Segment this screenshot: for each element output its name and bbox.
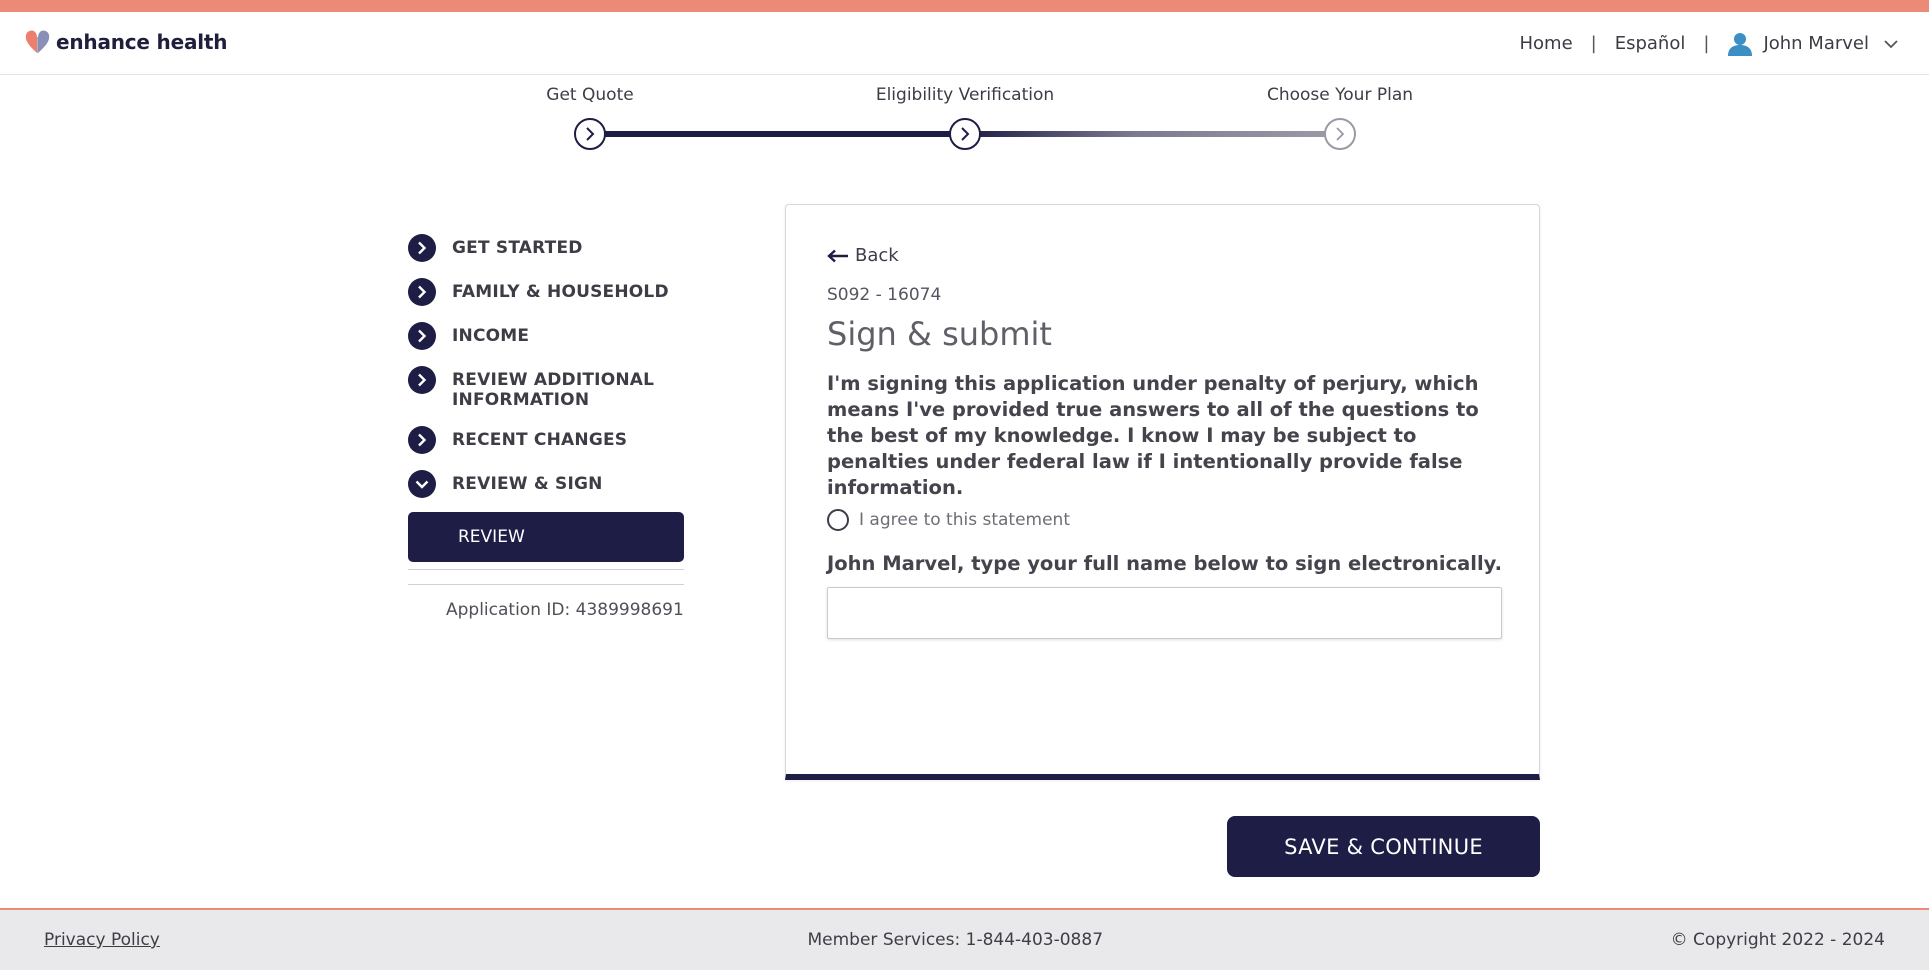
nav-home-link[interactable]: Home xyxy=(1519,33,1572,54)
top-accent-stripe xyxy=(0,0,1929,12)
sidebar-item-label: RECENT CHANGES xyxy=(452,430,628,450)
save-continue-button[interactable]: SAVE & CONTINUE xyxy=(1227,816,1540,877)
signature-input[interactable] xyxy=(827,587,1502,639)
page-title: Sign & submit xyxy=(827,315,1052,353)
brand-logo[interactable]: enhance health xyxy=(24,29,228,55)
arrow-left-icon xyxy=(827,249,848,262)
form-id: S092 - 16074 xyxy=(827,285,942,305)
step-label-get-quote: Get Quote xyxy=(546,85,634,105)
stepper-line-complete xyxy=(590,131,965,137)
step-circle-get-quote[interactable] xyxy=(574,118,606,150)
nav-separator: | xyxy=(1590,33,1597,54)
nav-language-link[interactable]: Español xyxy=(1615,33,1686,54)
chevron-right-icon xyxy=(586,127,595,141)
nav-separator: | xyxy=(1703,33,1710,54)
member-services: Member Services: 1-844-403-0887 xyxy=(807,930,1104,950)
signature-label: John Marvel, type your full name below t… xyxy=(827,552,1503,575)
header-nav: Home | Español | John Marvel xyxy=(1519,12,1899,75)
agree-label: I agree to this statement xyxy=(859,510,1070,530)
perjury-statement: I'm signing this application under penal… xyxy=(827,372,1479,499)
chevron-down-icon xyxy=(1884,39,1898,48)
stepper-line-upcoming xyxy=(965,131,1340,137)
step-circle-choose-plan xyxy=(1324,118,1356,150)
user-name: John Marvel xyxy=(1763,33,1869,54)
sidebar-item-get-started[interactable]: GET STARTED xyxy=(408,234,693,262)
privacy-policy-link[interactable]: Privacy Policy xyxy=(44,930,160,950)
section-sidebar: GET STARTED FAMILY & HOUSEHOLD INCOME RE… xyxy=(408,234,693,620)
sidebar-item-label: GET STARTED xyxy=(452,238,583,258)
user-icon xyxy=(1728,32,1753,56)
chevron-right-icon xyxy=(408,278,436,306)
sidebar-item-family-household[interactable]: FAMILY & HOUSEHOLD xyxy=(408,278,693,306)
sidebar-item-review-sign[interactable]: REVIEW & SIGN xyxy=(408,470,693,498)
agree-radio[interactable] xyxy=(827,509,849,531)
sidebar-item-label: FAMILY & HOUSEHOLD xyxy=(452,282,669,302)
chevron-right-icon xyxy=(961,127,970,141)
sidebar-item-income[interactable]: INCOME xyxy=(408,322,693,350)
progress-stepper: Get Quote Eligibility Verification Choos… xyxy=(500,75,1440,165)
sidebar-divider xyxy=(408,569,684,570)
step-label-eligibility: Eligibility Verification xyxy=(875,85,1055,105)
sidebar-divider xyxy=(408,584,684,585)
chevron-right-icon xyxy=(1336,127,1345,141)
brand-name: enhance health xyxy=(56,30,228,54)
step-label-choose-plan: Choose Your Plan xyxy=(1266,85,1414,105)
sidebar-subitem-review[interactable]: REVIEW xyxy=(408,512,684,562)
heart-logo-icon xyxy=(25,30,50,53)
back-label: Back xyxy=(855,245,899,266)
chevron-right-icon xyxy=(408,426,436,454)
sidebar-item-recent-changes[interactable]: RECENT CHANGES xyxy=(408,426,693,454)
chevron-right-icon xyxy=(408,366,436,394)
sidebar-item-label: REVIEW & SIGN xyxy=(452,474,603,494)
sidebar-item-label: INCOME xyxy=(452,326,530,346)
back-link[interactable]: Back xyxy=(827,245,899,266)
sidebar-item-review-additional-information[interactable]: REVIEW ADDITIONAL INFORMATION xyxy=(408,366,693,410)
step-circle-eligibility[interactable] xyxy=(949,118,981,150)
application-id: Application ID: 4389998691 xyxy=(446,600,684,620)
copyright: © Copyright 2022 - 2024 xyxy=(1670,930,1885,950)
agree-radio-option[interactable]: I agree to this statement xyxy=(827,509,1070,531)
user-menu[interactable]: John Marvel xyxy=(1727,32,1899,56)
site-header: enhance health Home | Español | John Mar… xyxy=(0,12,1929,75)
site-footer: Privacy Policy Member Services: 1-844-40… xyxy=(0,908,1929,970)
sidebar-item-label: REVIEW ADDITIONAL INFORMATION xyxy=(452,370,655,410)
chevron-down-icon xyxy=(408,470,436,498)
chevron-right-icon xyxy=(408,234,436,262)
sign-submit-card: Back S092 - 16074 Sign & submit I'm sign… xyxy=(785,204,1540,780)
chevron-right-icon xyxy=(408,322,436,350)
